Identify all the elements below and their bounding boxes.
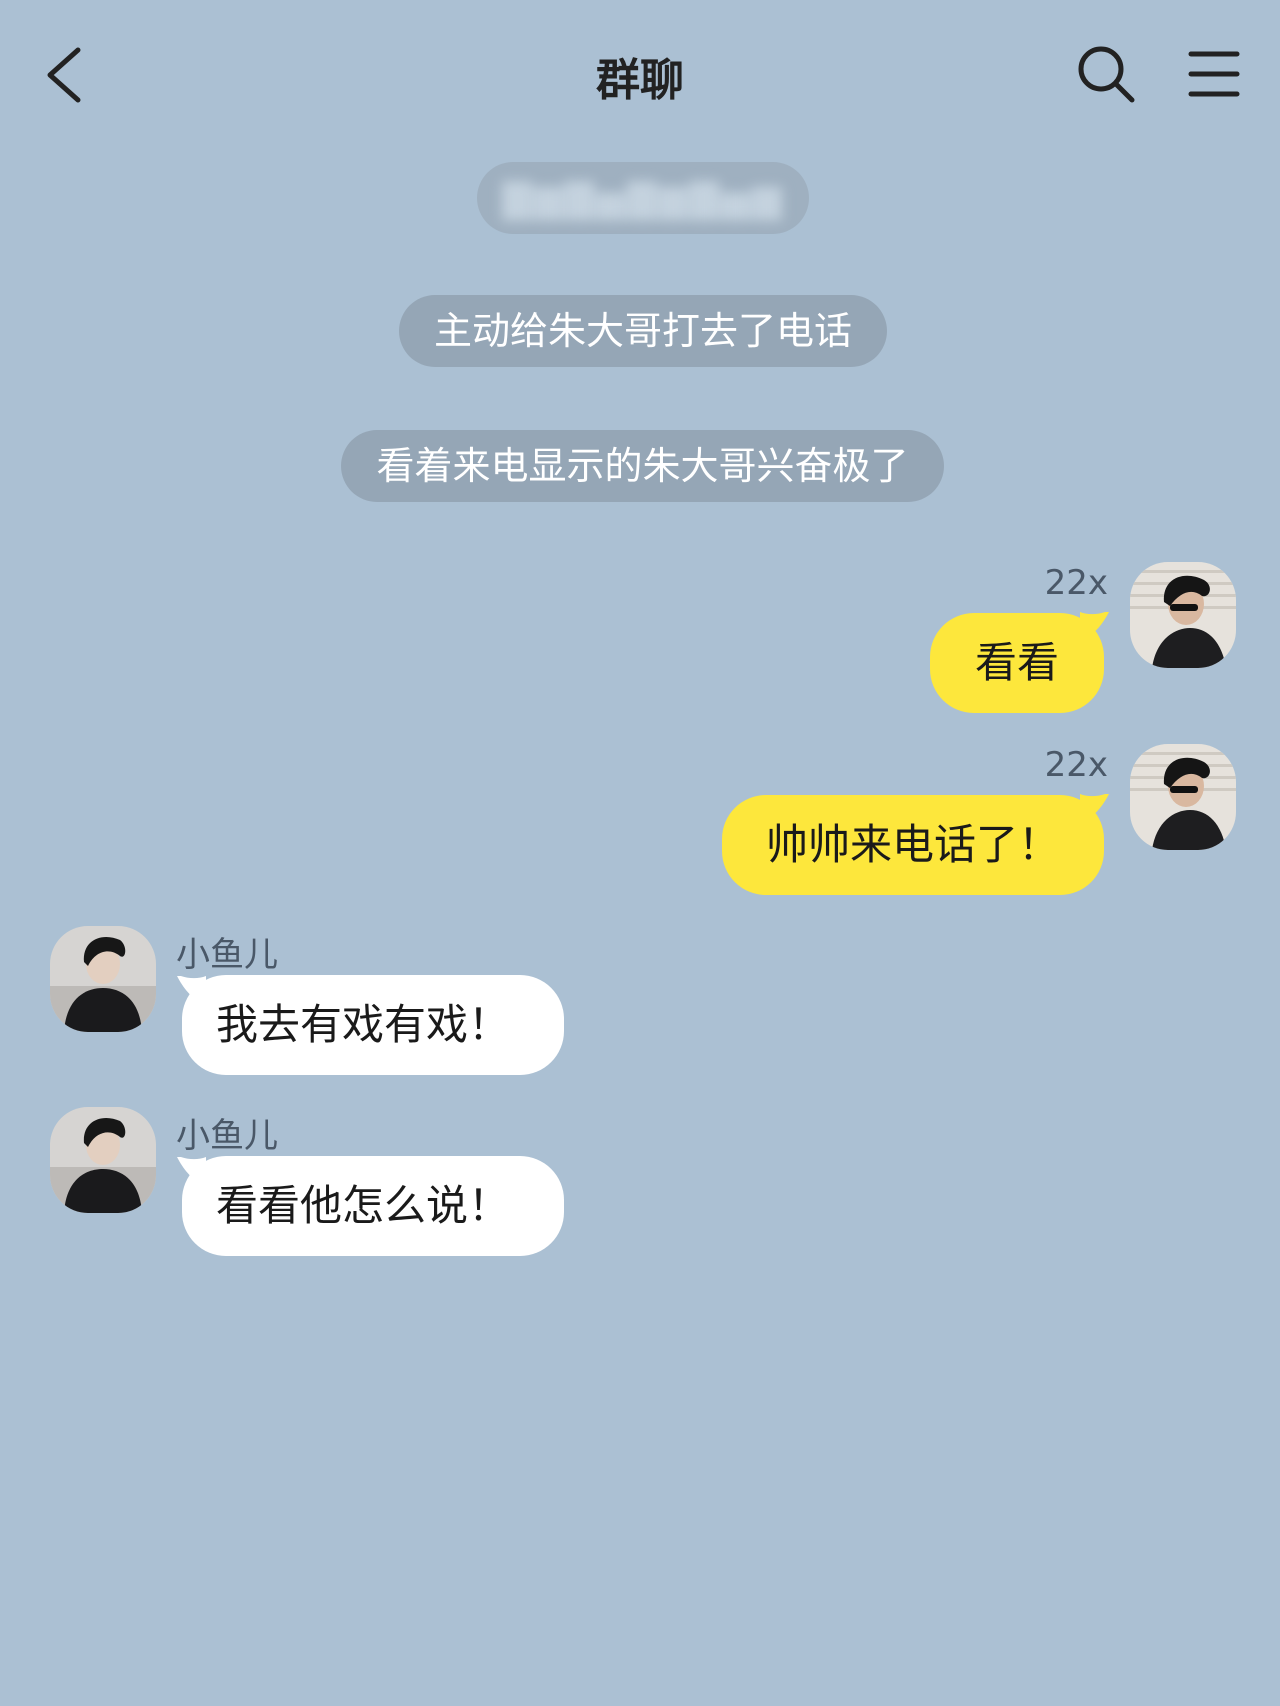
hamburger-menu-icon <box>1188 51 1240 97</box>
chat-screen: 群聊 ▇▆▇▅▇▆▇▅▆ 主动给朱大哥打去了电话 看着来电显示的朱大哥兴奋极了 … <box>0 0 1280 1706</box>
system-message: 看着来电显示的朱大哥兴奋极了 <box>341 430 944 502</box>
avatar[interactable] <box>50 926 156 1032</box>
message-bubble-outgoing[interactable]: 看看 <box>930 613 1104 713</box>
back-button[interactable] <box>40 40 100 110</box>
sender-name: 22x <box>1044 745 1108 785</box>
avatar[interactable] <box>50 1107 156 1213</box>
message-bubble-incoming[interactable]: 看看他怎么说！ <box>182 1156 564 1256</box>
chevron-left-icon <box>47 47 81 103</box>
avatar[interactable] <box>1130 744 1236 850</box>
avatar-photo <box>50 1107 156 1213</box>
message-bubble-incoming[interactable]: 我去有戏有戏！ <box>182 975 564 1075</box>
avatar[interactable] <box>1130 562 1236 668</box>
avatar-photo <box>1130 744 1236 850</box>
sender-name: 22x <box>1044 563 1108 603</box>
search-button[interactable] <box>1076 44 1136 104</box>
sender-name: 小鱼儿 <box>176 935 278 975</box>
header-bar: 群聊 <box>0 0 1280 150</box>
system-message: 主动给朱大哥打去了电话 <box>399 295 887 367</box>
avatar-photo <box>50 926 156 1032</box>
avatar-photo <box>1130 562 1236 668</box>
sender-name: 小鱼儿 <box>176 1116 278 1156</box>
search-icon <box>1078 46 1135 103</box>
message-bubble-outgoing[interactable]: 帅帅来电话了！ <box>722 795 1104 895</box>
menu-button[interactable] <box>1188 46 1240 102</box>
blurred-system-notice: ▇▆▇▅▇▆▇▅▆ <box>477 162 809 234</box>
